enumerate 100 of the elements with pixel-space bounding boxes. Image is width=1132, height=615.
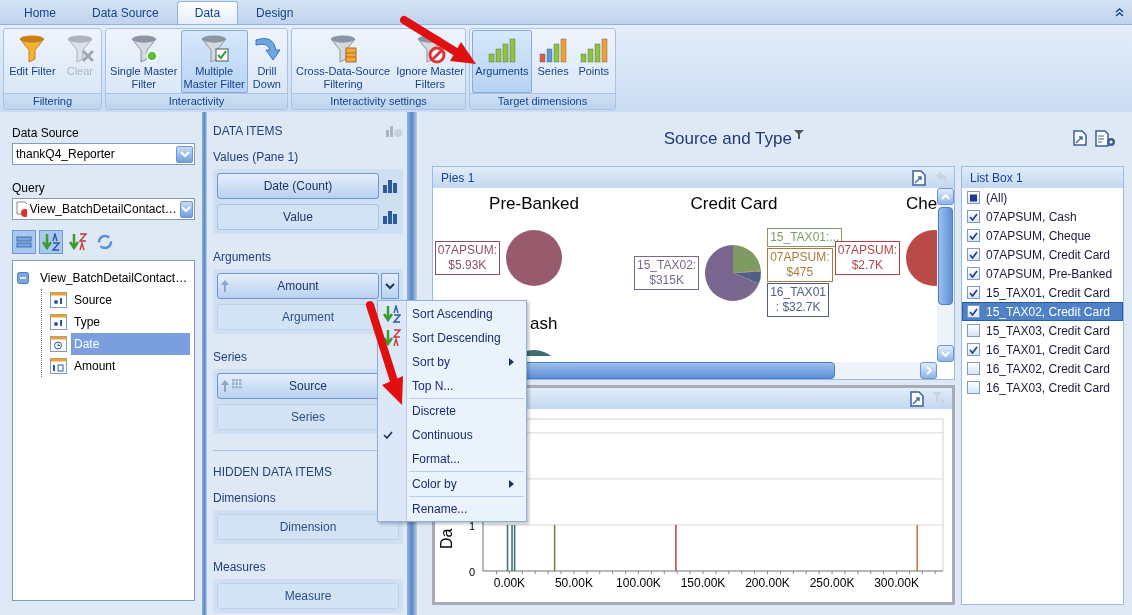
lines-icon [16, 235, 32, 249]
dropdown-button[interactable] [381, 273, 399, 299]
section-title: DATA ITEMS [213, 124, 283, 138]
ribbon-button[interactable]: Arguments [472, 30, 532, 93]
ribbon-button[interactable]: Single Master Filter [107, 30, 181, 93]
menu-item[interactable]: Sort by [406, 350, 526, 374]
data-label: 07APSUM: $475 [767, 248, 833, 282]
data-item-button[interactable]: Value [217, 204, 379, 230]
list-item[interactable]: 07APSUM, Cash [962, 207, 1123, 226]
x-tick-label: 0.00K [493, 576, 526, 590]
ribbon-tab[interactable]: Data Source [74, 1, 177, 24]
chevron-down-icon [941, 350, 950, 357]
section-title: HIDDEN DATA ITEMS [213, 465, 332, 479]
list-item[interactable]: 15_TAX03, Credit Card [962, 321, 1123, 340]
collapse-icon[interactable] [17, 272, 29, 284]
ribbon-button[interactable]: Points [574, 30, 613, 93]
list-item[interactable]: 15_TAX02, Credit Card [962, 302, 1123, 321]
checkbox[interactable] [967, 362, 980, 375]
x-tick-label: 50.00K [554, 576, 593, 590]
list-item[interactable]: 16_TAX01, Credit Card [962, 340, 1123, 359]
checkbox[interactable] [967, 381, 980, 394]
export-icon[interactable] [1073, 130, 1087, 146]
tree-item[interactable]: View_BatchDetailContact… [37, 267, 191, 289]
list-item[interactable]: 15_TAX01, Credit Card [962, 283, 1123, 302]
tree-item[interactable]: Source [71, 289, 190, 311]
x-tick-label: 150.00K [680, 576, 726, 590]
checkmark-icon [969, 250, 978, 259]
scroll-right-button[interactable] [920, 362, 937, 379]
tree-item[interactable]: Amount [71, 355, 190, 377]
list-item[interactable]: 16_TAX02, Credit Card [962, 359, 1123, 378]
settings-icon[interactable] [1095, 130, 1117, 148]
scrollbar-thumb[interactable] [938, 207, 953, 305]
list-item[interactable]: 16_TAX03, Credit Card [962, 378, 1123, 397]
section-label: Values (Pane 1) [213, 150, 300, 164]
document-error-icon [16, 201, 27, 217]
ribbon-button[interactable]: Drill Down [247, 30, 286, 93]
sort-ascending-icon [383, 305, 401, 323]
data-item-button[interactable]: Amount [217, 273, 379, 299]
data-source-select[interactable]: thankQ4_Reporter [12, 143, 195, 165]
checkbox[interactable] [967, 229, 980, 242]
x-tick-label: 100.00K [616, 576, 661, 590]
sort-descending-icon [69, 233, 87, 251]
pane-title: List Box 1 [970, 170, 1023, 185]
group-label: Interactivity settings [292, 93, 465, 109]
pane-title: Pies 1 [441, 170, 475, 185]
chevron-down-icon [179, 150, 190, 158]
ribbon-tab[interactable]: Design [238, 1, 312, 24]
checkmark-icon [969, 269, 978, 278]
checkbox[interactable] [967, 267, 980, 280]
menu-item[interactable]: Format... [406, 447, 526, 471]
checkbox[interactable] [967, 343, 980, 356]
checkbox[interactable] [967, 286, 980, 299]
group-label: Filtering [4, 93, 101, 109]
number-field-icon [50, 358, 67, 374]
pie-title: Credit Card [690, 194, 778, 214]
toolbar-button[interactable] [39, 230, 63, 254]
y-tick-label: 1 [468, 519, 475, 532]
ribbon-button[interactable]: Series [534, 30, 573, 93]
list-item[interactable]: 07APSUM, Cheque [962, 226, 1123, 245]
tree-item[interactable]: Type [71, 311, 190, 333]
up-arrow-icon [220, 379, 230, 393]
section-label: Arguments [213, 250, 273, 264]
ribbon-button[interactable]: Multiple Master Filter [180, 30, 248, 93]
data-item-button[interactable]: Dimension [217, 514, 399, 540]
scroll-down-button[interactable] [937, 345, 954, 362]
menu-item[interactable]: Top N... [406, 374, 526, 398]
menu-item[interactable]: Sort Ascending [406, 302, 526, 326]
menu-item[interactable]: Discrete [406, 399, 526, 423]
export-icon[interactable] [912, 169, 926, 186]
data-item-button[interactable]: Date (Count) [217, 173, 379, 199]
collapse-ribbon-icon[interactable] [1115, 7, 1124, 17]
ribbon-button[interactable]: Edit Filter [6, 30, 59, 93]
vertical-scrollbar[interactable] [937, 188, 954, 362]
scroll-up-button[interactable] [937, 188, 954, 205]
field-label: Query [12, 181, 46, 195]
list-item[interactable]: 07APSUM, Pre-Banked [962, 264, 1123, 283]
menu-item[interactable]: Continuous [406, 423, 526, 447]
list-item[interactable]: 07APSUM, Credit Card [962, 245, 1123, 264]
ribbon-button[interactable]: Cross-Data-Source Filtering [293, 30, 394, 93]
export-icon[interactable] [910, 390, 924, 407]
ribbon-tab[interactable]: Data [176, 1, 239, 24]
menu-item[interactable]: Rename... [406, 497, 526, 521]
checkbox[interactable] [967, 324, 980, 337]
pie-chart-drawing [703, 242, 764, 303]
submenu-arrow-icon [509, 358, 514, 366]
square-icon [969, 193, 978, 202]
chart-bar [506, 524, 509, 571]
checkbox[interactable] [967, 191, 980, 204]
menu-item[interactable]: Color by [406, 472, 526, 496]
text-field-icon [50, 292, 67, 308]
sort-descending-icon [383, 329, 401, 347]
query-select[interactable]: View_BatchDetailContact… [12, 198, 195, 220]
checkbox[interactable] [967, 210, 980, 223]
checkbox[interactable] [967, 305, 980, 318]
data-item-button[interactable]: Measure [217, 583, 399, 609]
chevron-down-icon [385, 282, 395, 290]
checkbox[interactable] [967, 248, 980, 261]
menu-item[interactable]: Sort Descending [406, 326, 526, 350]
ribbon-tab[interactable]: Home [6, 1, 74, 24]
list-item[interactable]: (All) [962, 188, 1123, 207]
